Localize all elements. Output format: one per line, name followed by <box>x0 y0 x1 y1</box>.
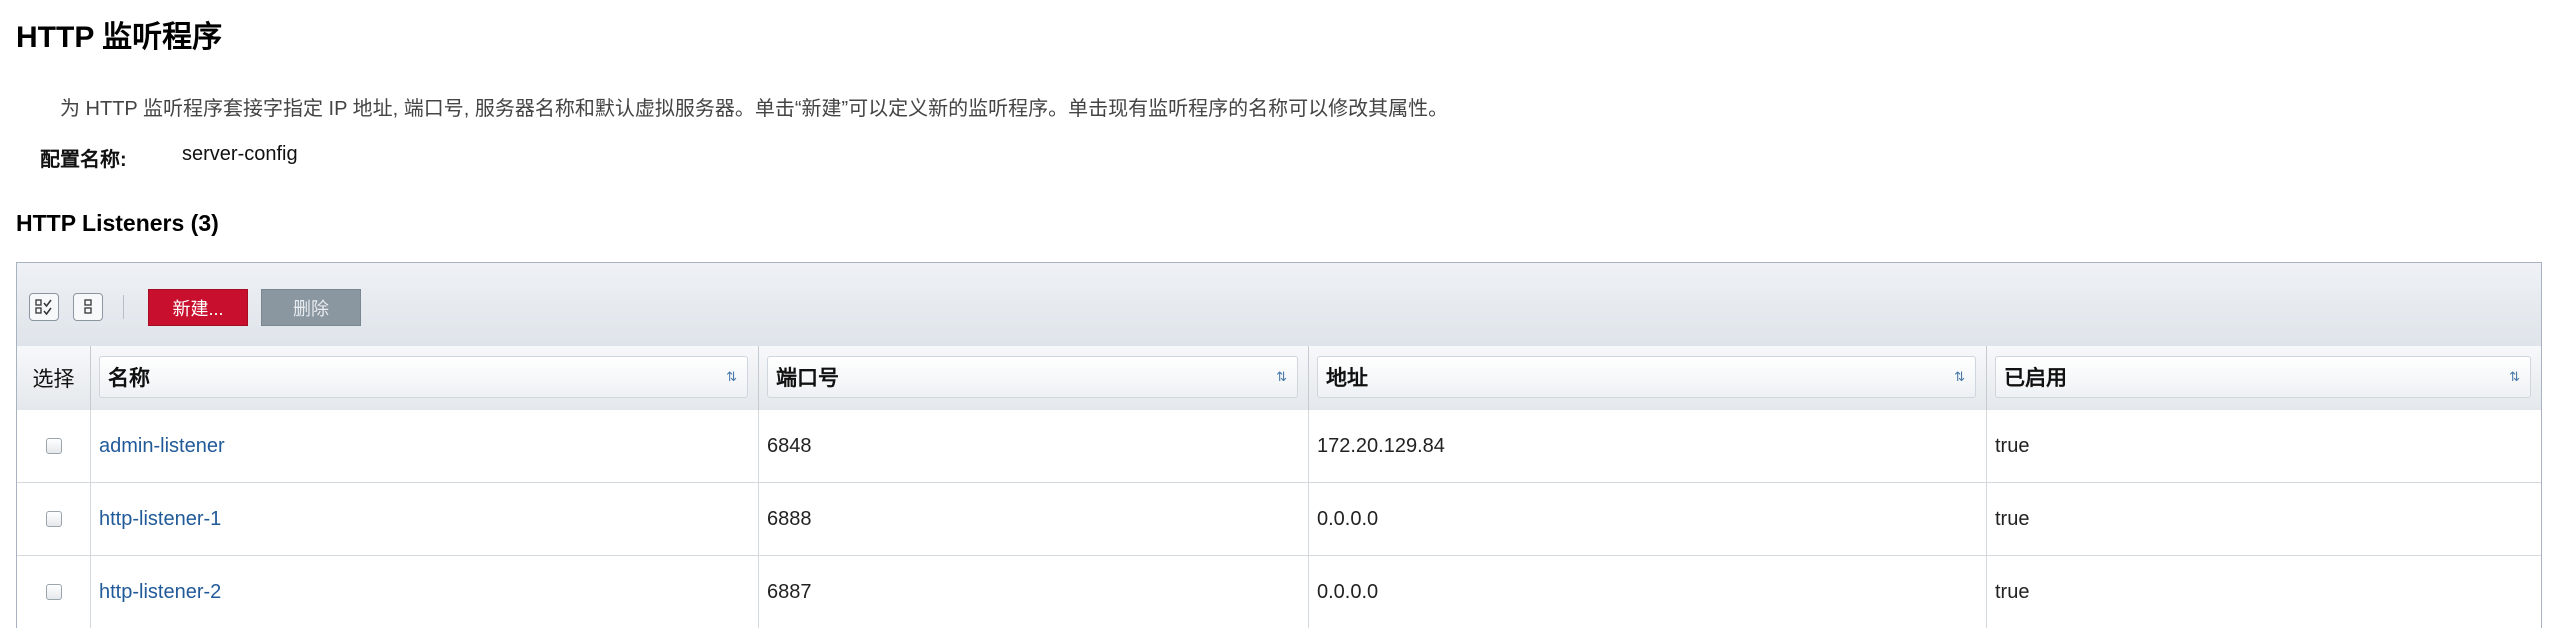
name-cell: admin-listener <box>91 410 759 482</box>
sort-icon[interactable]: ⇅ <box>726 369 737 385</box>
sort-icon[interactable]: ⇅ <box>1276 369 1287 385</box>
help-text: 为 HTTP 监听程序套接字指定 IP 地址, 端口号, 服务器名称和默认虚拟服… <box>60 98 1449 120</box>
column-header-name-label: 名称 <box>108 367 150 390</box>
table-title: HTTP Listeners (3) <box>16 210 219 236</box>
select-all-icon[interactable] <box>29 293 59 321</box>
column-header-port[interactable]: 端口号 ⇅ <box>759 346 1309 410</box>
config-name-row: 配置名称: server-config <box>40 143 298 172</box>
table-row: admin-listener 6848 172.20.129.84 true <box>17 410 2541 483</box>
address-cell: 172.20.129.84 <box>1309 410 1987 482</box>
new-button[interactable]: 新建... <box>148 289 248 326</box>
column-header-port-label: 端口号 <box>776 367 839 390</box>
name-cell: http-listener-1 <box>91 483 759 555</box>
toolbar-separator <box>123 295 124 319</box>
sort-icon[interactable]: ⇅ <box>1954 369 1965 385</box>
column-header-enabled[interactable]: 已启用 ⇅ <box>1987 346 2541 410</box>
column-header-name[interactable]: 名称 ⇅ <box>91 346 759 410</box>
row-checkbox[interactable] <box>45 511 62 527</box>
table-row: http-listener-2 6887 0.0.0.0 true <box>17 556 2541 628</box>
column-header-address-label: 地址 <box>1326 367 1368 390</box>
enabled-cell: true <box>1995 434 2030 457</box>
port-cell: 6848 <box>759 410 1309 482</box>
port-cell: 6887 <box>759 556 1309 628</box>
row-select-cell <box>17 483 91 555</box>
row-checkbox[interactable] <box>45 584 62 600</box>
listeners-table: 新建... 删除 选择 名称 ⇅ 端口号 ⇅ 地址 ⇅ 已启用 ⇅ admin-… <box>16 262 2542 628</box>
config-name-value: server-config <box>182 143 298 165</box>
address-cell: 0.0.0.0 <box>1309 556 1987 628</box>
column-header-address[interactable]: 地址 ⇅ <box>1309 346 1987 410</box>
table-header: 选择 名称 ⇅ 端口号 ⇅ 地址 ⇅ 已启用 ⇅ <box>17 346 2541 411</box>
sort-icon[interactable]: ⇅ <box>2509 369 2520 385</box>
port-cell: 6888 <box>759 483 1309 555</box>
listener-name-link[interactable]: http-listener-1 <box>99 508 221 531</box>
enabled-cell: true <box>1995 507 2030 530</box>
column-header-select: 选择 <box>17 346 91 410</box>
name-cell: http-listener-2 <box>91 556 759 628</box>
row-select-cell <box>17 410 91 482</box>
address-cell: 0.0.0.0 <box>1309 483 1987 555</box>
row-select-cell <box>17 556 91 628</box>
table-toolbar: 新建... 删除 <box>17 263 2541 347</box>
config-name-label: 配置名称: <box>40 149 127 171</box>
delete-button[interactable]: 删除 <box>261 289 361 326</box>
row-checkbox[interactable] <box>45 438 62 454</box>
listener-name-link[interactable]: admin-listener <box>99 435 225 458</box>
listener-name-link[interactable]: http-listener-2 <box>99 581 221 604</box>
table-row: http-listener-1 6888 0.0.0.0 true <box>17 483 2541 556</box>
enabled-cell: true <box>1995 580 2030 603</box>
page-title: HTTP 监听程序 <box>16 21 223 54</box>
column-header-enabled-label: 已启用 <box>2004 367 2067 390</box>
deselect-all-icon[interactable] <box>73 293 103 321</box>
